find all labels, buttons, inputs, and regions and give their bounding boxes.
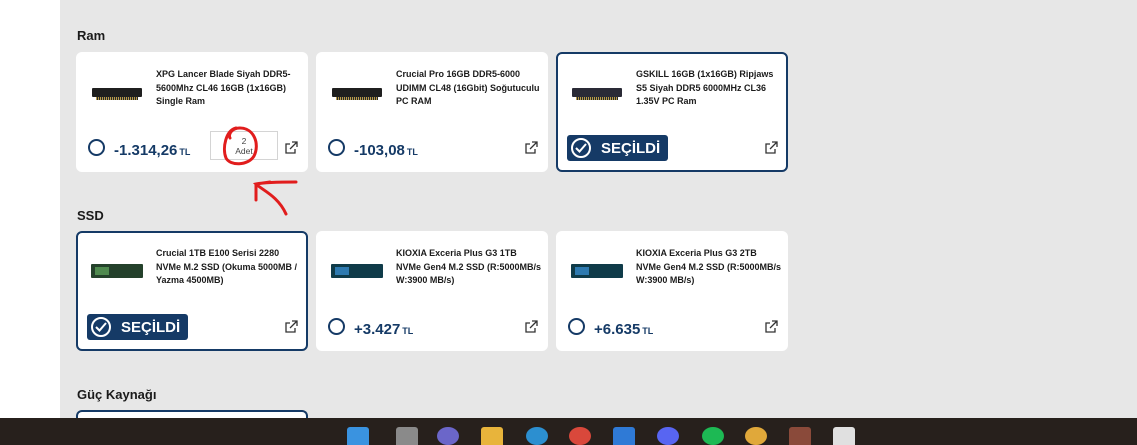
windows-start-icon[interactable] xyxy=(347,427,369,445)
product-card-ssd-kioxia-2tb[interactable]: KIOXIA Exceria Plus G3 2TB NVMe Gen4 M.2… xyxy=(556,231,788,351)
external-link-icon[interactable] xyxy=(284,320,298,334)
product-card-ram-crucial[interactable]: Crucial Pro 16GB DDR5-6000 UDIMM CL48 (1… xyxy=(316,52,548,172)
store-icon[interactable] xyxy=(613,427,635,445)
section-title-ram: Ram xyxy=(77,28,106,43)
price-diff: -103,08 TL xyxy=(354,142,418,159)
select-radio[interactable] xyxy=(328,139,345,156)
product-name: GSKILL 16GB (1x16GB) Ripjaws S5 Siyah DD… xyxy=(636,69,774,106)
windows-taskbar xyxy=(0,418,1137,445)
product-card-ram-xpg[interactable]: XPG Lancer Blade Siyah DDR5-5600Mhz CL46… xyxy=(76,52,308,172)
external-link-icon[interactable] xyxy=(524,320,538,334)
product-name: KIOXIA Exceria Plus G3 2TB NVMe Gen4 M.2… xyxy=(636,248,782,285)
product-image xyxy=(568,251,626,291)
task-view-icon[interactable] xyxy=(396,427,418,445)
file-explorer-icon[interactable] xyxy=(481,427,503,445)
product-image xyxy=(88,72,146,112)
product-image xyxy=(88,251,146,291)
check-circle-icon xyxy=(571,138,591,158)
product-card-ram-gskill[interactable]: GSKILL 16GB (1x16GB) Ripjaws S5 Siyah DD… xyxy=(556,52,788,172)
product-name: XPG Lancer Blade Siyah DDR5-5600Mhz CL46… xyxy=(156,69,291,106)
external-link-icon[interactable] xyxy=(524,141,538,155)
left-margin xyxy=(0,0,60,445)
selected-badge: SEÇİLDİ xyxy=(567,135,669,161)
product-card-ssd-kioxia-1tb[interactable]: KIOXIA Exceria Plus G3 1TB NVMe Gen4 M.2… xyxy=(316,231,548,351)
teams-icon[interactable] xyxy=(437,427,459,445)
edge-icon[interactable] xyxy=(526,427,548,445)
product-card-ssd-crucial[interactable]: Crucial 1TB E100 Serisi 2280 NVMe M.2 SS… xyxy=(76,231,308,351)
external-link-icon[interactable] xyxy=(764,320,778,334)
external-link-icon[interactable] xyxy=(764,141,778,155)
quantity-selector[interactable]: 2 Adet xyxy=(210,131,278,160)
product-image xyxy=(328,72,386,112)
app-thumbnail-icon[interactable] xyxy=(789,427,811,445)
quantity-value: 2 xyxy=(241,136,247,146)
select-radio[interactable] xyxy=(88,139,105,156)
product-image xyxy=(568,72,626,112)
spotify-icon[interactable] xyxy=(702,427,724,445)
product-name: Crucial Pro 16GB DDR5-6000 UDIMM CL48 (1… xyxy=(396,69,540,106)
chrome-profile-icon[interactable] xyxy=(569,427,591,445)
check-circle-icon xyxy=(91,317,111,337)
price-diff: -1.314,26 TL xyxy=(114,142,191,159)
product-name: KIOXIA Exceria Plus G3 1TB NVMe Gen4 M.2… xyxy=(396,248,542,285)
select-radio[interactable] xyxy=(568,318,585,335)
external-link-icon[interactable] xyxy=(284,141,298,155)
section-title-psu: Güç Kaynağı xyxy=(77,387,157,402)
product-name: Crucial 1TB E100 Serisi 2280 NVMe M.2 SS… xyxy=(156,248,298,285)
quantity-unit: Adet xyxy=(235,146,253,156)
price-diff: +6.635 TL xyxy=(594,321,654,338)
product-image xyxy=(328,251,386,291)
selected-badge: SEÇİLDİ xyxy=(87,314,189,340)
price-diff: +3.427 TL xyxy=(354,321,414,338)
select-radio[interactable] xyxy=(328,318,345,335)
section-title-ssd: SSD xyxy=(77,208,104,223)
calendar-app-icon[interactable] xyxy=(833,427,855,445)
discord-icon[interactable] xyxy=(657,427,679,445)
chrome-icon[interactable] xyxy=(745,427,767,445)
